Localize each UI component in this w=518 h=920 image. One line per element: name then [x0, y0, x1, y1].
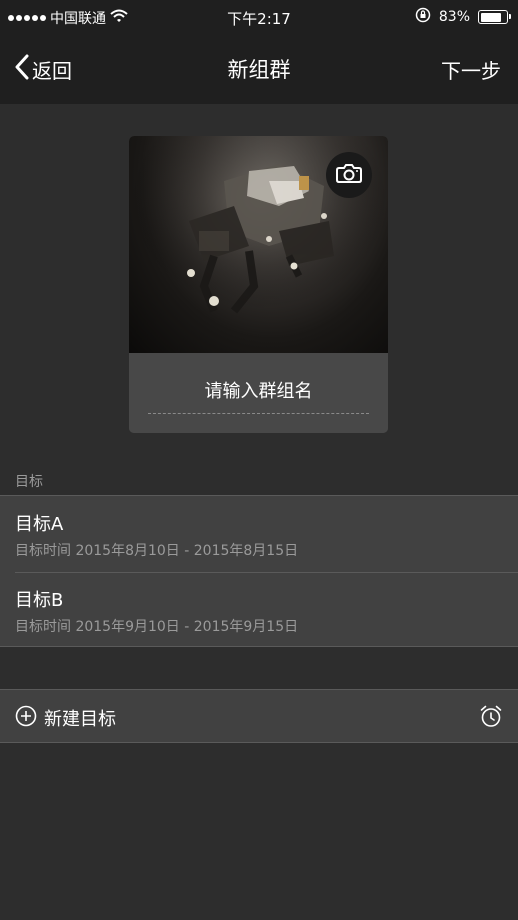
goal-item[interactable]: 目标A 目标时间 2015年8月10日 - 2015年8月15日 [0, 496, 518, 573]
change-photo-button[interactable] [326, 152, 372, 198]
battery-icon [478, 10, 511, 24]
new-goal-row[interactable]: 新建目标 [0, 689, 518, 743]
goal-time-range: 目标时间 2015年9月10日 - 2015年9月15日 [15, 619, 299, 635]
goal-title: 目标B [15, 590, 64, 611]
new-goal-label: 新建目标 [44, 709, 116, 730]
camera-icon [336, 163, 362, 187]
plus-circle-icon [15, 705, 37, 731]
goal-time-range: 目标时间 2015年8月10日 - 2015年8月15日 [15, 543, 299, 559]
rotation-lock-icon [415, 7, 431, 27]
alarm-clock-icon[interactable] [479, 704, 503, 732]
goal-title: 目标A [15, 514, 64, 535]
group-name-area: 请输入群组名 [129, 353, 388, 433]
navigation-bar: 返回 新组群 下一步 [0, 34, 518, 104]
goal-item[interactable]: 目标B 目标时间 2015年9月10日 - 2015年9月15日 [0, 572, 518, 648]
status-right: 83% [415, 7, 511, 27]
group-card: 请输入群组名 [129, 136, 388, 433]
group-cover-image[interactable] [129, 136, 388, 353]
goals-section-header: 目标 [15, 474, 43, 490]
battery-percent: 83% [438, 9, 470, 25]
status-bar: 中国联通 下午2:17 83% [0, 0, 518, 34]
next-step-button[interactable]: 下一步 [441, 55, 501, 84]
goals-list: 目标A 目标时间 2015年8月10日 - 2015年8月15日 目标B 目标时… [0, 495, 518, 647]
group-name-input[interactable]: 请输入群组名 [148, 377, 369, 414]
